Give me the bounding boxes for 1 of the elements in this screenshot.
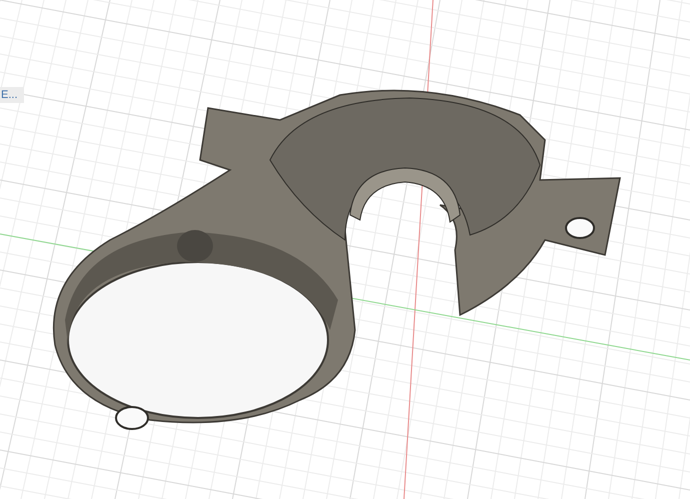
viewport-label: E... [0, 87, 24, 103]
